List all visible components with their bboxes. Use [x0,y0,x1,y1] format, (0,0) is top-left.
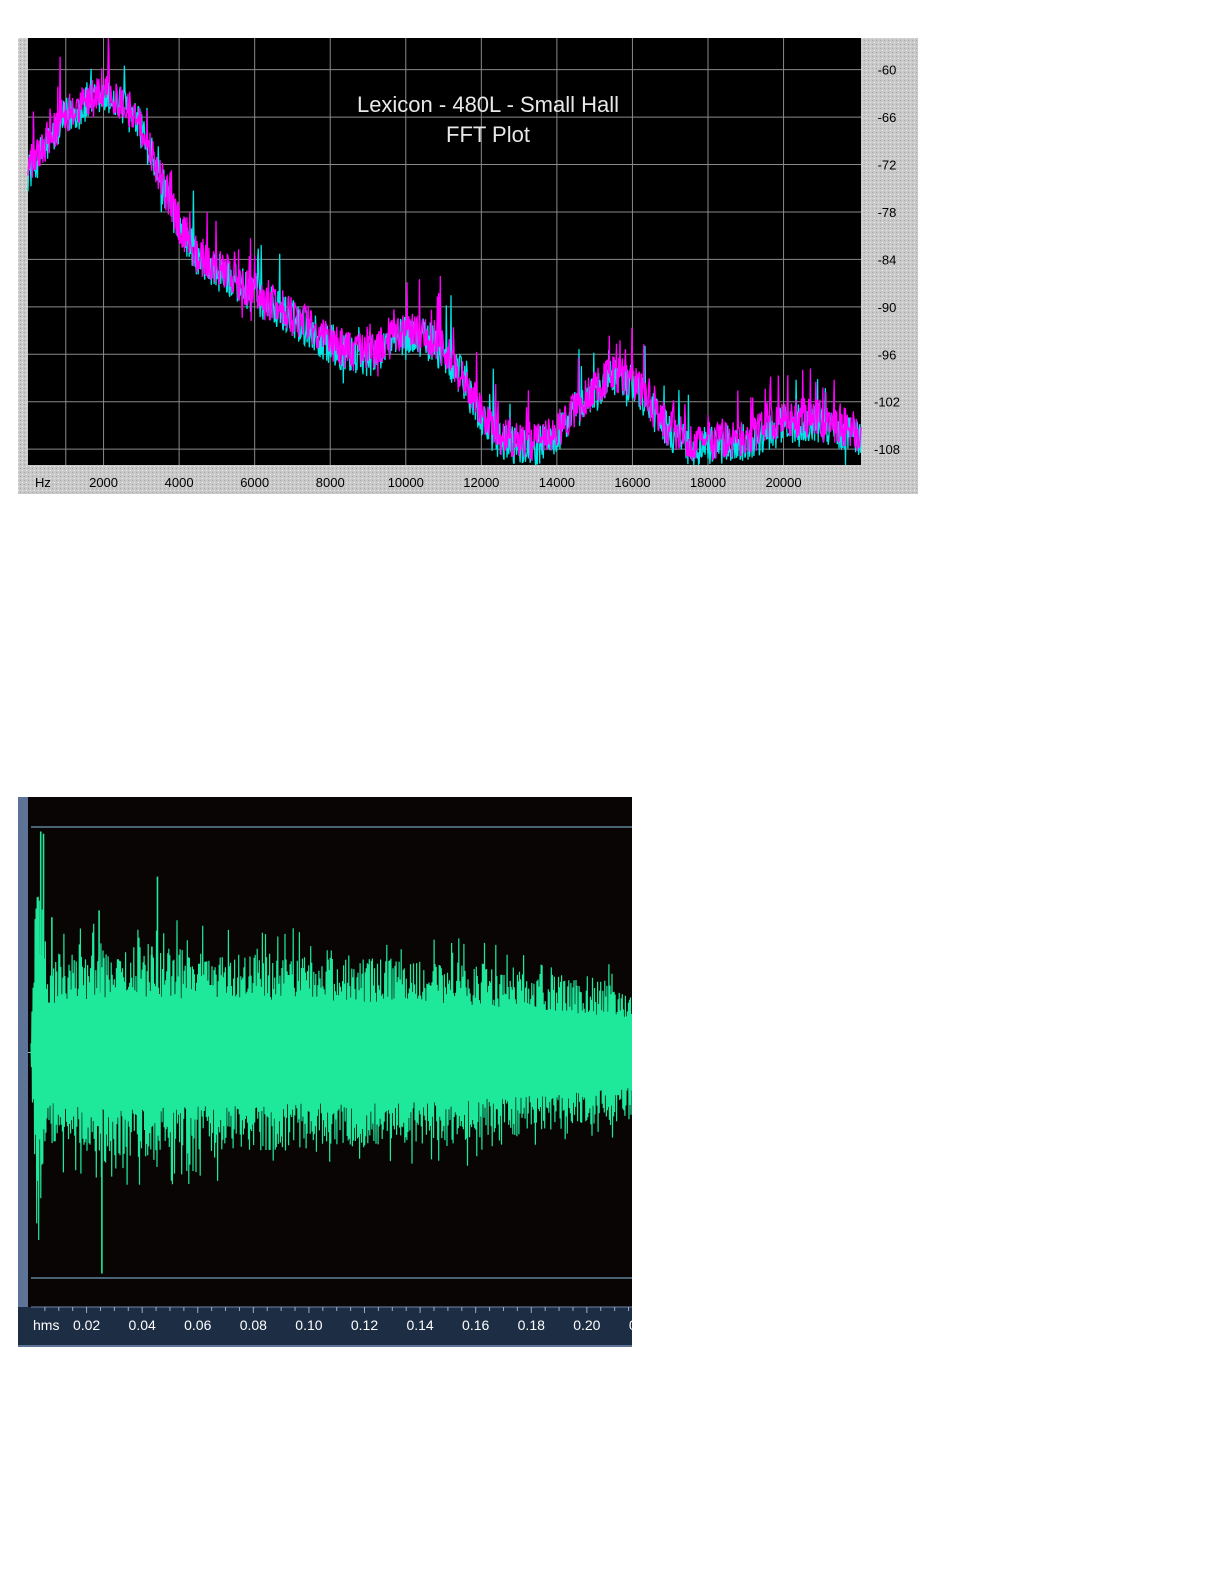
fft-x-tick-9: 20000 [765,475,801,490]
waveform-x-tick-5: 0.12 [351,1317,378,1333]
waveform-x-tick-4: 0.10 [295,1317,322,1333]
fft-y-ticks: -60 -66 -72 -78 -84 -90 -96 -102 -108 [874,63,900,458]
fft-x-tick-3: 8000 [316,475,345,490]
fft-x-tick-1: 4000 [165,475,194,490]
fft-x-tick-7: 16000 [614,475,650,490]
waveform-x-tick-0: 0.02 [73,1317,100,1333]
waveform-left-bar [18,797,28,1347]
waveform-chart: 0.02 0.04 0.06 0.08 0.10 0.12 0.14 0.16 0.18 0.20… [18,797,632,1347]
fft-y-tick-6: -96 [878,347,897,362]
waveform-x-unit-label: hms [33,1317,59,1333]
fft-subtitle: FFT Plot [446,122,530,147]
waveform-x-tick-9: 0.20 [573,1317,600,1333]
fft-title: Lexicon - 480L - Small Hall [357,92,619,117]
waveform-x-tick-1: 0.04 [129,1317,156,1333]
waveform-x-tick-10: 0.22 [629,1317,632,1333]
fft-x-tick-8: 18000 [690,475,726,490]
fft-chart-panel: Lexicon - 480L - Small Hall FFT Plot Hz … [18,38,918,494]
fft-x-tick-4: 10000 [388,475,424,490]
fft-y-tick-4: -84 [878,252,897,267]
fft-x-unit-label: Hz [35,475,51,490]
waveform-x-tick-8: 0.18 [518,1317,545,1333]
fft-y-tick-1: -66 [878,110,897,125]
fft-x-tick-6: 14000 [539,475,575,490]
fft-y-tick-3: -78 [878,205,897,220]
fft-x-tick-0: 2000 [89,475,118,490]
fft-y-tick-5: -90 [878,300,897,315]
fft-y-tick-8: -108 [874,442,900,457]
waveform-x-tick-2: 0.06 [184,1317,211,1333]
fft-x-tick-2: 6000 [240,475,269,490]
fft-y-tick-2: -72 [878,158,897,173]
fft-chart: Lexicon - 480L - Small Hall FFT Plot Hz … [18,38,918,494]
waveform-x-tick-7: 0.16 [462,1317,489,1333]
fft-y-tick-7: -102 [874,395,900,410]
waveform-x-tick-6: 0.14 [406,1317,433,1333]
fft-y-tick-0: -60 [878,63,897,78]
waveform-x-tick-3: 0.08 [240,1317,267,1333]
waveform-chart-panel: 0.02 0.04 0.06 0.08 0.10 0.12 0.14 0.16 0.18 0.20… [18,797,632,1347]
waveform-bottom-bar [18,1345,632,1347]
fft-x-tick-5: 12000 [463,475,499,490]
